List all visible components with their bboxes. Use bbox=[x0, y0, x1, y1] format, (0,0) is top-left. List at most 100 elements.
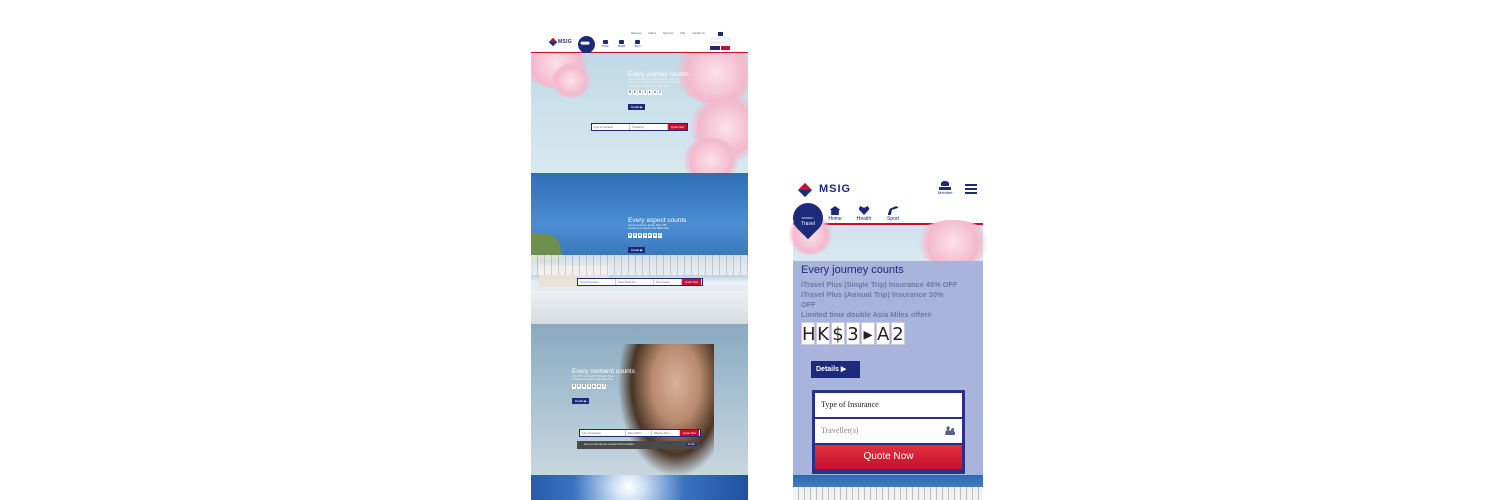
insurance-type-select[interactable]: Type of Insurance bbox=[578, 279, 616, 285]
msig-logo-icon bbox=[799, 184, 814, 195]
quote-now-button[interactable]: Quote Now bbox=[682, 279, 701, 285]
mobile-hero-image bbox=[788, 215, 993, 265]
home-icon bbox=[829, 206, 841, 215]
desktop-nav: Home Health Sport bbox=[601, 40, 642, 48]
price-flipboard: H K $3 ▸ A 2 bbox=[628, 90, 662, 96]
tab-health[interactable]: Health bbox=[617, 40, 626, 48]
insurance-type-select[interactable]: Type of Insurance bbox=[580, 430, 626, 436]
details-button[interactable]: Details ▶ bbox=[572, 397, 590, 404]
insurance-type-select[interactable]: Type of Insurance bbox=[815, 393, 962, 417]
date-of-birth-input[interactable]: Date of Birth bbox=[626, 430, 652, 436]
tab-travel-label[interactable]: Travel bbox=[797, 216, 819, 227]
asia-miles-strip: Now you can also get rewarded with Asia … bbox=[577, 441, 699, 449]
home-icon bbox=[603, 40, 608, 44]
details-button[interactable]: Details ▶ bbox=[811, 361, 860, 378]
hero-title: Every moment counts bbox=[572, 368, 635, 375]
offer-line: iTravel Plus (Annual Trip) Insurance 30% bbox=[801, 290, 944, 299]
desktop-logo[interactable]: MSIG bbox=[548, 37, 572, 47]
hero-travel: Every journey counts iTravel Plus (Singl… bbox=[531, 53, 748, 173]
sum-insured-select[interactable]: Sum Insured bbox=[654, 279, 682, 285]
desktop-login-group bbox=[710, 32, 730, 50]
heart-icon bbox=[619, 40, 624, 44]
tab-sport[interactable]: Sport bbox=[882, 206, 904, 222]
offer-line: Limited time double Asia Miles offer bbox=[628, 84, 669, 88]
price-flipboard: H K $3 ▸ A 2 bbox=[801, 322, 905, 345]
plane-icon bbox=[801, 217, 815, 219]
details-button[interactable]: Details ▶ bbox=[628, 104, 646, 111]
register-button[interactable] bbox=[720, 46, 730, 50]
desktop-top-links: Welcome Claims About Us FAQ Contact Us bbox=[631, 32, 705, 35]
pergola-decoration bbox=[531, 255, 748, 275]
offer-line: Limited time double Asia Miles offer bbox=[572, 378, 613, 382]
heart-icon bbox=[858, 206, 870, 215]
golf-icon bbox=[887, 206, 899, 215]
msig-logo-icon bbox=[548, 37, 558, 47]
hero-copy: Every journey counts iTravel Plus (Singl… bbox=[628, 71, 689, 113]
showcase-canvas: MSIG Home Health Sport Welcome Claims Ab… bbox=[0, 0, 1500, 500]
offer-line: Limited time double Asia Miles offer bbox=[628, 227, 669, 231]
hero-title: Every aspect counts bbox=[628, 217, 687, 224]
search-field[interactable] bbox=[710, 37, 730, 40]
tab-home[interactable]: Home bbox=[824, 206, 846, 222]
top-link-welcome[interactable]: Welcome bbox=[631, 32, 641, 35]
hero-home: Every aspect counts Home Insurance Serie… bbox=[531, 173, 748, 324]
price-flipboard: H K $3 ▸ A 2 bbox=[572, 383, 606, 389]
tab-home[interactable]: Home bbox=[601, 40, 610, 48]
people-icon bbox=[945, 426, 955, 435]
mobile-header: MSIG Member bbox=[783, 175, 993, 203]
blossom-decoration bbox=[913, 220, 993, 265]
top-link-about[interactable]: About Us bbox=[663, 32, 673, 35]
hamburger-menu-icon[interactable] bbox=[965, 184, 977, 197]
top-link-claims[interactable]: Claims bbox=[648, 32, 656, 35]
family-photo-decoration bbox=[619, 344, 714, 475]
quote-bar: Type of Insurance Home Protection Sum In… bbox=[577, 278, 703, 286]
quote-form: Type of Insurance Traveller(s) Quote Now bbox=[812, 390, 965, 474]
member-label: Member bbox=[938, 190, 953, 195]
member-button[interactable]: Member bbox=[938, 181, 953, 195]
desktop-page-mockup: MSIG Home Health Sport Welcome Claims Ab… bbox=[531, 30, 748, 500]
mobile-logo[interactable]: MSIG bbox=[799, 183, 851, 195]
hero-health: Every moment counts 30% OFF on Health Pr… bbox=[531, 324, 748, 475]
strip-text: Now you can also get rewarded with Asia … bbox=[584, 443, 634, 446]
mobile-page-mockup: MSIG Member Travel Home Health Sport Eve… bbox=[783, 175, 993, 500]
offer-line: Limited time double Asia Miles offer# bbox=[801, 310, 932, 319]
travellers-input[interactable]: Traveller(s) bbox=[815, 419, 962, 443]
tab-health[interactable]: Health bbox=[853, 206, 875, 222]
hero-sport-preview bbox=[531, 475, 748, 500]
hero-title: Every journey counts bbox=[628, 71, 689, 78]
top-link-contact[interactable]: Contact Us bbox=[692, 32, 704, 35]
coverage-select[interactable]: Home Protection bbox=[616, 279, 654, 285]
plane-icon bbox=[580, 41, 590, 45]
hero-copy: Every aspect counts Home Insurance Serie… bbox=[628, 217, 687, 256]
quote-now-button[interactable]: Quote Now bbox=[680, 430, 699, 436]
details-button[interactable]: Details ▶ bbox=[628, 246, 646, 253]
tab-sport[interactable]: Sport bbox=[633, 40, 642, 48]
offer-line: OFF bbox=[801, 300, 816, 309]
menu-field[interactable] bbox=[710, 41, 730, 44]
offer-list: iTravel Plus (Single Trip) Insurance 45%… bbox=[801, 280, 957, 320]
quote-now-button[interactable]: Quote Now bbox=[815, 445, 962, 469]
strip-details-button[interactable]: Details bbox=[685, 443, 697, 446]
blossom-decoration bbox=[551, 63, 591, 98]
quote-bar: Type of Insurance Date of Birth Effectiv… bbox=[579, 429, 701, 437]
top-link-faq[interactable]: FAQ bbox=[680, 32, 685, 35]
price-flipboard: H K $3 ▸ A 2 bbox=[628, 232, 662, 238]
terrace-decoration bbox=[531, 291, 748, 324]
quote-now-button[interactable]: Quote Now bbox=[668, 124, 687, 130]
insurance-type-select[interactable]: Type of Insurance bbox=[592, 124, 630, 130]
quote-bar: Type of Insurance Traveller(s) Quote Now bbox=[591, 123, 688, 131]
logo-text: MSIG bbox=[819, 183, 852, 195]
language-icon[interactable] bbox=[718, 32, 723, 36]
next-hero-preview bbox=[793, 475, 983, 500]
hero-title: Every journey counts bbox=[801, 264, 904, 276]
travellers-placeholder: Traveller(s) bbox=[821, 426, 859, 435]
offer-line: iTravel Plus (Single Trip) Insurance 45%… bbox=[801, 280, 958, 289]
logo-text: MSIG bbox=[558, 39, 572, 45]
golf-icon bbox=[635, 40, 640, 44]
travellers-input[interactable]: Traveller(s) bbox=[630, 124, 668, 130]
desktop-header: MSIG Home Health Sport Welcome Claims Ab… bbox=[531, 30, 748, 57]
hero-copy: Every moment counts 30% OFF on Health Pr… bbox=[572, 368, 635, 407]
effective-date-input[interactable]: Effective Date bbox=[652, 430, 680, 436]
user-icon bbox=[941, 181, 949, 186]
login-button[interactable] bbox=[710, 46, 720, 50]
